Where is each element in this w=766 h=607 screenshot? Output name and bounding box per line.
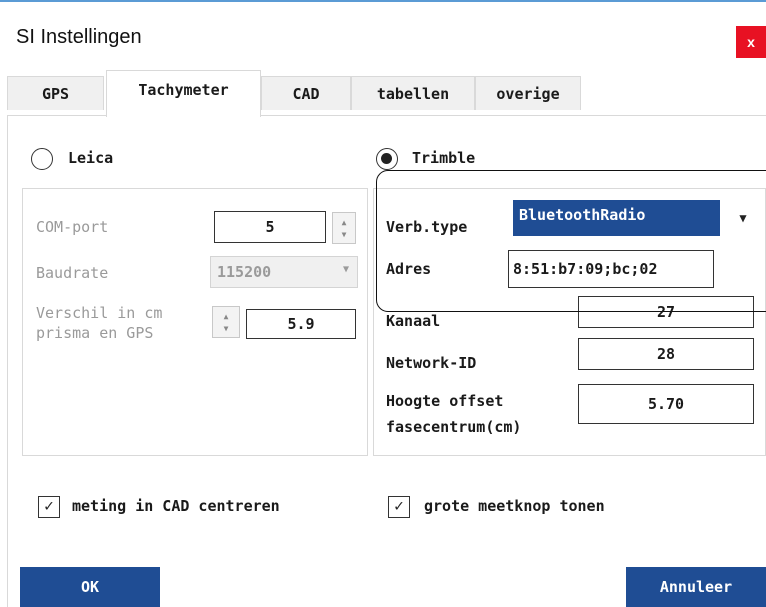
baudrate-label: Baudrate (36, 264, 109, 282)
ok-button[interactable]: OK (20, 567, 160, 607)
com-port-field[interactable]: 5 (214, 211, 326, 243)
network-id-field[interactable]: 28 (578, 338, 754, 370)
spin-down-icon[interactable]: ▼ (333, 231, 355, 239)
close-button[interactable]: x (736, 26, 766, 58)
baudrate-select[interactable]: 115200 ▼ (210, 256, 358, 288)
kanaal-label: Kanaal (386, 312, 441, 330)
hoogte-label-line2: fasecentrum(cm) (386, 418, 522, 436)
tab-gps[interactable]: GPS (7, 76, 104, 110)
spin-down-icon[interactable]: ▼ (213, 325, 239, 333)
hoogte-field[interactable]: 5.70 (578, 384, 754, 424)
leica-label: Leica (68, 149, 114, 167)
baudrate-value: 115200 (217, 263, 272, 281)
verschil-field[interactable]: 5.9 (246, 309, 356, 339)
verschil-label-line1: Verschil in cm (36, 304, 163, 322)
window-title: SI Instellingen (16, 26, 142, 48)
spin-up-icon[interactable]: ▲ (333, 219, 355, 227)
verschil-spinner[interactable]: ▲ ▼ (212, 306, 240, 338)
tab-tabellen[interactable]: tabellen (351, 76, 475, 110)
verschil-label-line2: prisma en GPS (36, 324, 154, 342)
grote-meetknop-label: grote meetknop tonen (424, 497, 605, 515)
trimble-label: Trimble (412, 149, 476, 167)
network-id-label: Network-ID (386, 354, 477, 372)
tab-cad[interactable]: CAD (261, 76, 351, 110)
spin-up-icon[interactable]: ▲ (213, 313, 239, 321)
tab-strip: GPS Tachymeter CAD tabellen overige (7, 70, 766, 117)
highlight-callout (376, 170, 766, 312)
tab-overige[interactable]: overige (475, 76, 581, 110)
grote-meetknop-checkbox[interactable]: ✓ (388, 496, 410, 518)
annuleer-button[interactable]: Annuleer (626, 567, 766, 607)
tab-tachymeter[interactable]: Tachymeter (106, 70, 261, 117)
com-port-spinner[interactable]: ▲ ▼ (332, 212, 356, 244)
meting-cad-label: meting in CAD centreren (72, 497, 280, 515)
meting-cad-checkbox[interactable]: ✓ (38, 496, 60, 518)
hoogte-label-line1: Hoogte offset (386, 392, 504, 410)
com-port-label: COM-port (36, 218, 109, 236)
leica-radio[interactable] (31, 148, 53, 170)
trimble-radio[interactable] (376, 148, 398, 170)
window-top-border (0, 0, 766, 2)
chevron-down-icon: ▼ (342, 264, 349, 275)
